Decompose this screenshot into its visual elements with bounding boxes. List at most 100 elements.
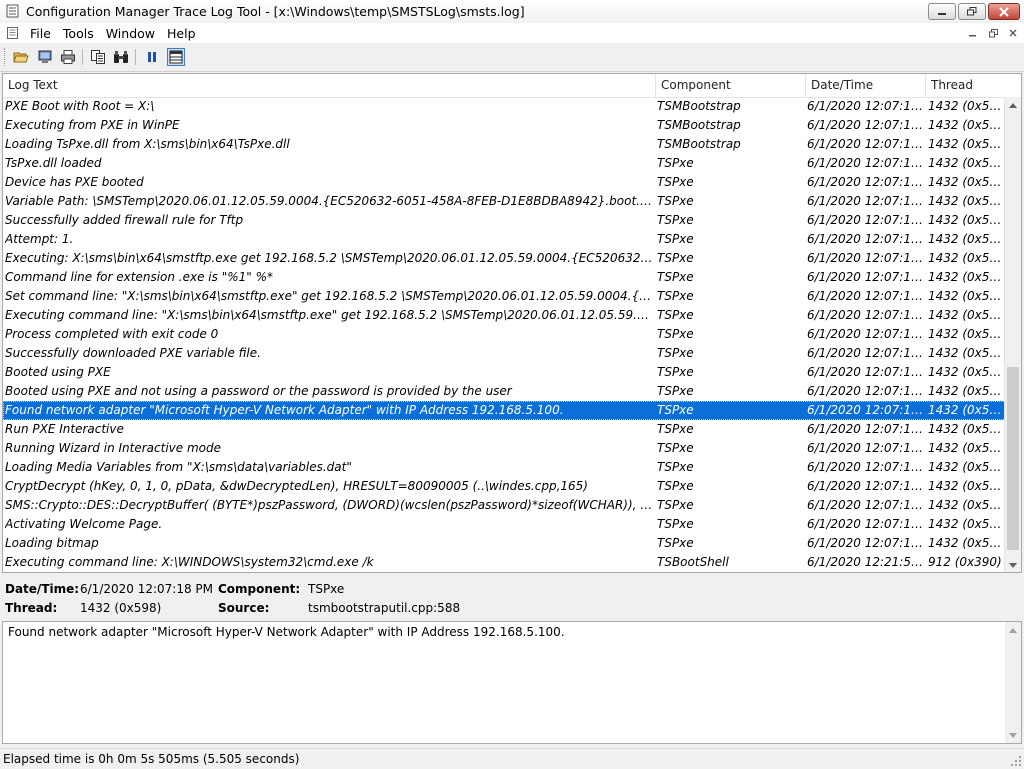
minimize-icon [938, 12, 946, 15]
message-text: Found network adapter "Microsoft Hyper-V… [8, 625, 565, 639]
log-row[interactable]: TsPxe.dll loaded TSPxe 6/1/2020 12:07:18 P… [3, 154, 1006, 173]
log-row-component: TSPxe [657, 213, 694, 227]
toolbar-grip[interactable] [4, 48, 8, 66]
mdi-restore-button[interactable] [986, 26, 1000, 40]
log-row-datetime: 6/1/2020 12:07:18 PM [807, 118, 925, 132]
column-header-component[interactable]: Component [656, 74, 806, 97]
log-row[interactable]: Found network adapter "Microsoft Hyper-V… [3, 401, 1006, 420]
mdi-minimize-button[interactable] [966, 26, 980, 40]
window-title: Configuration Manager Trace Log Tool - [… [26, 4, 525, 19]
log-row[interactable]: Attempt: 1. TSPxe 6/1/2020 12:07:18 PM1432… [3, 230, 1006, 249]
log-row-text: Loading bitmap [5, 536, 99, 550]
log-row[interactable]: SMS::Crypto::DES::DecryptBuffer( (BYTE*)… [3, 496, 1006, 515]
toolbar-separator [135, 49, 136, 65]
log-row[interactable]: Executing command line: X:\WINDOWS\syste… [3, 553, 1006, 572]
log-row-datetime: 6/1/2020 12:07:18 PM [807, 422, 925, 436]
log-row[interactable]: Successfully added firewall rule for Tft… [3, 211, 1006, 230]
log-list[interactable]: Log Text Component Date/Time Thread PXE … [2, 73, 1022, 573]
log-row-thread: 1432 (0x598) [928, 441, 1006, 455]
log-row-text: Successfully added firewall rule for Tft… [5, 213, 244, 227]
message-textbox[interactable]: Found network adapter "Microsoft Hyper-V… [2, 621, 1022, 744]
column-header-datetime[interactable]: Date/Time [806, 74, 926, 97]
show-details-button[interactable] [167, 48, 185, 66]
log-row[interactable]: Executing: X:\sms\bin\x64\smstftp.exe ge… [3, 249, 1006, 268]
log-row[interactable]: Activating Welcome Page. TSPxe 6/1/2020 12… [3, 515, 1006, 534]
log-row-component: TSPxe [657, 175, 694, 189]
log-row[interactable]: Executing from PXE in WinPE TSMBootstrap 6… [3, 116, 1006, 135]
find-button[interactable] [112, 48, 130, 66]
close-icon [1009, 29, 1017, 37]
restore-button[interactable] [958, 3, 986, 20]
scroll-down-button[interactable] [1005, 557, 1021, 572]
computer-icon [38, 50, 52, 63]
close-button[interactable] [988, 3, 1020, 20]
log-row[interactable]: Run PXE Interactive TSPxe 6/1/2020 12:07:1… [3, 420, 1006, 439]
column-header-thread[interactable]: Thread [926, 74, 1006, 97]
scroll-thumb[interactable] [1007, 367, 1019, 550]
datetime-label: Date/Time: [5, 582, 80, 596]
open-button[interactable] [12, 48, 30, 66]
document-icon[interactable] [6, 26, 20, 40]
log-row-datetime: 6/1/2020 12:07:19 PM [807, 536, 925, 550]
menu-help[interactable]: Help [167, 25, 204, 41]
mdi-close-button[interactable] [1006, 26, 1020, 40]
log-row-thread: 1432 (0x598) [928, 194, 1006, 208]
message-scroll-down-button[interactable] [1005, 727, 1021, 743]
log-row[interactable]: Running Wizard in Interactive mode TSPxe 6… [3, 439, 1006, 458]
log-row[interactable]: Executing command line: "X:\sms\bin\x64\… [3, 306, 1006, 325]
log-row[interactable]: CryptDecrypt (hKey, 0, 1, 0, pData, &dwD… [3, 477, 1006, 496]
log-row-component: TSPxe [657, 251, 694, 265]
resize-grip-icon[interactable] [1010, 755, 1022, 767]
log-row[interactable]: Device has PXE booted TSPxe 6/1/2020 12:07… [3, 173, 1006, 192]
column-header-log-text[interactable]: Log Text [3, 74, 656, 97]
log-row[interactable]: PXE Boot with Root = X:\ TSMBootstrap 6/1/… [3, 97, 1006, 116]
scroll-up-button[interactable] [1005, 97, 1021, 113]
log-row-component: TSPxe [657, 327, 694, 341]
print-button[interactable] [59, 48, 77, 66]
menu-window[interactable]: Window [106, 25, 163, 41]
menu-tools[interactable]: Tools [63, 25, 102, 41]
log-row-component: TSPxe [657, 479, 694, 493]
entry-details: Date/Time: 6/1/2020 12:07:18 PM Componen… [0, 575, 1024, 621]
app-icon[interactable] [6, 4, 20, 18]
message-scroll-up-button[interactable] [1005, 622, 1021, 638]
log-row-thread: 1432 (0x598) [928, 346, 1006, 360]
log-row[interactable]: Process completed with exit code 0 TSPxe 6… [3, 325, 1006, 344]
log-row-datetime: 6/1/2020 12:07:18 PM [807, 194, 925, 208]
log-row-component: TSPxe [657, 194, 694, 208]
log-row-datetime: 6/1/2020 12:07:19 PM [807, 498, 925, 512]
restore-icon [967, 7, 977, 16]
log-row-component: TSPxe [657, 384, 694, 398]
minimize-icon [969, 35, 976, 37]
log-row-thread: 1432 (0x598) [928, 460, 1006, 474]
menu-bar: File Tools Window Help [0, 23, 1024, 43]
log-list-header: Log Text Component Date/Time Thread [3, 74, 1006, 98]
log-row-text: Loading Media Variables from "X:\sms\dat… [5, 460, 352, 474]
log-row-thread: 1432 (0x598) [928, 175, 1006, 189]
message-scrollbar[interactable] [1005, 622, 1021, 743]
log-row[interactable]: Booted using PXE TSPxe 6/1/2020 12:07:18 P… [3, 363, 1006, 382]
pause-button[interactable] [143, 48, 161, 66]
log-row[interactable]: Loading bitmap TSPxe 6/1/2020 12:07:19 PM1… [3, 534, 1006, 553]
log-row-datetime: 6/1/2020 12:07:18 PM [807, 270, 925, 284]
log-row[interactable]: Set command line: "X:\sms\bin\x64\smstft… [3, 287, 1006, 306]
log-row-thread: 1432 (0x598) [928, 384, 1006, 398]
log-row[interactable]: Loading TsPxe.dll from X:\sms\bin\x64\Ts… [3, 135, 1006, 154]
log-row-text: Executing command line: X:\WINDOWS\syste… [5, 555, 374, 569]
log-row[interactable]: Command line for extension .exe is "%1" … [3, 268, 1006, 287]
chevron-down-icon [1009, 732, 1017, 738]
log-row[interactable]: Successfully downloaded PXE variable fil… [3, 344, 1006, 363]
log-list-scrollbar[interactable] [1004, 97, 1021, 572]
log-row[interactable]: Variable Path: \SMSTemp\2020.06.01.12.05… [3, 192, 1006, 211]
log-row[interactable]: Booted using PXE and not using a passwor… [3, 382, 1006, 401]
log-row-text: Booted using PXE [5, 365, 111, 379]
minimize-button[interactable] [928, 3, 956, 20]
log-row-datetime: 6/1/2020 12:07:18 PM [807, 441, 925, 455]
log-rows: PXE Boot with Root = X:\ TSMBootstrap 6/1/… [3, 97, 1006, 572]
copy-button[interactable] [89, 48, 107, 66]
log-row[interactable]: Loading Media Variables from "X:\sms\dat… [3, 458, 1006, 477]
log-row-datetime: 6/1/2020 12:07:19 PM [807, 460, 925, 474]
thread-label: Thread: [5, 601, 58, 615]
open-remote-button[interactable] [36, 48, 54, 66]
menu-file[interactable]: File [30, 25, 59, 41]
